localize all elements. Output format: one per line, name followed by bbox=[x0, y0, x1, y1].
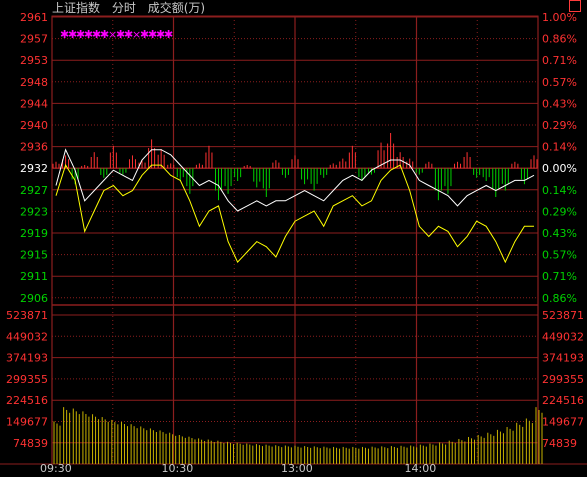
volume-tick-label-right: 299355 bbox=[542, 373, 584, 386]
volume-tick-label-left: 149677 bbox=[6, 416, 48, 429]
y-tick-label-left: 2957 bbox=[20, 33, 48, 46]
y-tick-label-left: 2915 bbox=[20, 249, 48, 262]
y-tick-label-left: 2906 bbox=[20, 292, 48, 305]
y-tick-label-right: 0.57% bbox=[542, 249, 577, 262]
event-marker: ✱ bbox=[164, 28, 173, 41]
x-tick-label: 09:30 bbox=[40, 462, 72, 475]
intraday-chart: ✱✱✱✱✱✱×✱✱×✱✱✱✱ 2961 1.00% 2957 0.86% 2953 0.7… bbox=[0, 11, 587, 475]
y-tick-label-left: 2940 bbox=[20, 119, 48, 132]
y-tick-label-left: 2961 bbox=[20, 11, 48, 24]
x-tick-label: 10:30 bbox=[162, 462, 194, 475]
x-tick-label: 13:00 bbox=[281, 462, 313, 475]
y-tick-label-right: 0.86% bbox=[542, 292, 577, 305]
y-tick-label-right: 0.43% bbox=[542, 227, 577, 240]
y-tick-label-left: 2923 bbox=[20, 205, 48, 218]
y-tick-label-left: 2932 bbox=[20, 162, 48, 175]
y-tick-label-left: 2911 bbox=[20, 270, 48, 283]
chart-grid bbox=[0, 15, 587, 465]
y-tick-label-right: 0.57% bbox=[542, 76, 577, 89]
y-tick-label-right: 0.71% bbox=[542, 54, 577, 67]
volume-tick-label-right: 449032 bbox=[542, 330, 584, 343]
y-tick-label-left: 2919 bbox=[20, 227, 48, 240]
volume-tick-label-right: 74839 bbox=[542, 437, 577, 450]
event-markers: ✱✱✱✱✱✱×✱✱×✱✱✱✱ bbox=[60, 28, 173, 41]
y-tick-label-left: 2936 bbox=[20, 141, 48, 154]
volume-tick-label-left: 449032 bbox=[6, 330, 48, 343]
y-tick-label-left: 2944 bbox=[20, 97, 48, 110]
y-tick-label-left: 2948 bbox=[20, 76, 48, 89]
y-tick-label-right: 0.43% bbox=[542, 97, 577, 110]
y-tick-label-right: 0.14% bbox=[542, 184, 577, 197]
volume-tick-label-right: 374193 bbox=[542, 352, 584, 365]
y-tick-label-right: 0.14% bbox=[542, 141, 577, 154]
volume-tick-label-right: 149677 bbox=[542, 416, 584, 429]
volume-tick-label-left: 374193 bbox=[6, 352, 48, 365]
y-tick-label-right: 1.00% bbox=[542, 11, 577, 24]
y-tick-label-left: 2953 bbox=[20, 54, 48, 67]
y-tick-label-right: 0.71% bbox=[542, 270, 577, 283]
volume-tick-label-left: 299355 bbox=[6, 373, 48, 386]
volume-tick-label-left: 224516 bbox=[6, 394, 48, 407]
y-tick-label-right: 0.00% bbox=[542, 162, 577, 175]
volume-tick-label-left: 74839 bbox=[13, 437, 48, 450]
x-tick-label: 14:00 bbox=[405, 462, 437, 475]
y-tick-label-right: 0.29% bbox=[542, 119, 577, 132]
y-tick-label-right: 0.86% bbox=[542, 33, 577, 46]
volume-tick-label-right: 224516 bbox=[542, 394, 584, 407]
y-tick-label-right: 0.29% bbox=[542, 205, 577, 218]
volume-tick-label-left: 523871 bbox=[6, 309, 48, 322]
y-tick-label-left: 2927 bbox=[20, 184, 48, 197]
volume-bars bbox=[53, 407, 543, 464]
volume-tick-label-right: 523871 bbox=[542, 309, 584, 322]
